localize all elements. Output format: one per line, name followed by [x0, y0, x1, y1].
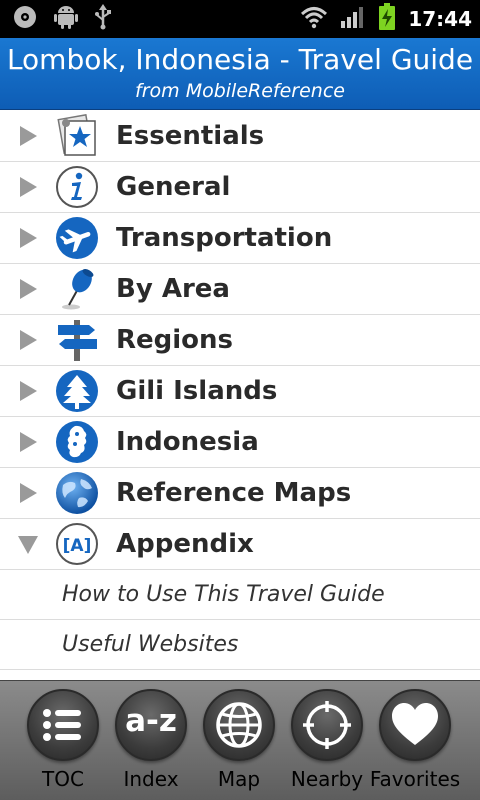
toc-subitem-label: How to Use This Travel Guide: [62, 582, 385, 607]
toc-item-indonesia[interactable]: Indonesia: [0, 417, 480, 468]
map-button[interactable]: Map: [193, 681, 283, 800]
toc-item-label: Appendix: [116, 529, 254, 559]
favorites-button[interactable]: Favorites: [369, 681, 460, 800]
airplane-icon: [56, 217, 98, 259]
index-button[interactable]: a-z Index: [105, 681, 195, 800]
nearby-button-circle[interactable]: [291, 689, 363, 761]
pushpin-icon: [62, 269, 94, 310]
page-title: Lombok, Indonesia - Travel Guide: [6, 43, 474, 76]
toc-item-regions[interactable]: Regions: [0, 315, 480, 366]
expand-arrow-icon[interactable]: [17, 431, 39, 453]
toc-item-general[interactable]: General: [0, 162, 480, 213]
globe-icon: [56, 472, 98, 514]
usb-icon: [94, 4, 112, 34]
cd-icon: [12, 4, 38, 34]
page-subtitle: from MobileReference: [135, 80, 345, 102]
a-z-icon: a-z: [125, 703, 177, 739]
nearby-button[interactable]: Nearby: [281, 681, 371, 800]
toc-item-label: Essentials: [116, 121, 265, 151]
toc-subitem-how-to-use[interactable]: How to Use This Travel Guide: [0, 570, 480, 620]
toc-item-label: Regions: [116, 325, 234, 355]
star-icon: [57, 114, 96, 156]
globe-icon: [216, 702, 262, 748]
bottom-toolbar: TOC a-z Index Map Nearby Favorites: [0, 680, 480, 800]
toc-item-label: By Area: [116, 274, 230, 304]
country-map-icon: [56, 421, 98, 463]
toc-item-label: General: [116, 172, 231, 202]
tree-icon: [56, 370, 98, 412]
info-icon: [56, 166, 98, 208]
favorites-button-label: Favorites: [369, 767, 461, 791]
toc-list: Essentials General Transportation By Are…: [0, 111, 480, 670]
signpost-icon: [58, 320, 97, 361]
expand-arrow-icon[interactable]: [17, 482, 39, 504]
toc-subitem-useful-websites[interactable]: Useful Websites: [0, 620, 480, 670]
toc-item-essentials[interactable]: Essentials: [0, 111, 480, 162]
toc-item-appendix[interactable]: [A] Appendix: [0, 519, 480, 570]
map-button-circle[interactable]: [203, 689, 275, 761]
status-time: 17:44: [408, 7, 472, 31]
toc-item-gili-islands[interactable]: Gili Islands: [0, 366, 480, 417]
toc-button[interactable]: TOC: [17, 681, 107, 800]
expand-arrow-icon[interactable]: [17, 125, 39, 147]
heart-icon: [392, 703, 438, 745]
toc-item-by-area[interactable]: By Area: [0, 264, 480, 315]
toc-item-label: Transportation: [116, 223, 333, 253]
expand-arrow-icon[interactable]: [17, 380, 39, 402]
expand-arrow-icon[interactable]: [17, 278, 39, 300]
appendix-icon-text: [A]: [63, 536, 92, 556]
toc-item-reference-maps[interactable]: Reference Maps: [0, 468, 480, 519]
expand-arrow-icon[interactable]: [17, 329, 39, 351]
list-icon: [43, 709, 81, 741]
toc-subitem-label: Useful Websites: [62, 632, 239, 657]
toc-item-transportation[interactable]: Transportation: [0, 213, 480, 264]
toc-item-label: Gili Islands: [116, 376, 278, 406]
collapse-arrow-icon[interactable]: [17, 533, 39, 555]
favorites-button-circle[interactable]: [379, 689, 451, 761]
signal-icon: [340, 5, 366, 33]
title-bar: Lombok, Indonesia - Travel Guide from Mo…: [0, 38, 480, 110]
expand-arrow-icon[interactable]: [17, 176, 39, 198]
toc-item-label: Indonesia: [116, 427, 259, 457]
crosshair-icon: [303, 701, 351, 749]
wifi-icon: [300, 5, 328, 33]
android-debug-icon: [54, 4, 78, 34]
expand-arrow-icon[interactable]: [17, 227, 39, 249]
toc-item-label: Reference Maps: [116, 478, 352, 508]
index-button-circle[interactable]: a-z: [115, 689, 187, 761]
battery-charging-icon: [378, 3, 396, 35]
toc-button-circle[interactable]: [27, 689, 99, 761]
appendix-icon: [A]: [56, 523, 98, 565]
status-bar: 17:44: [0, 0, 480, 38]
